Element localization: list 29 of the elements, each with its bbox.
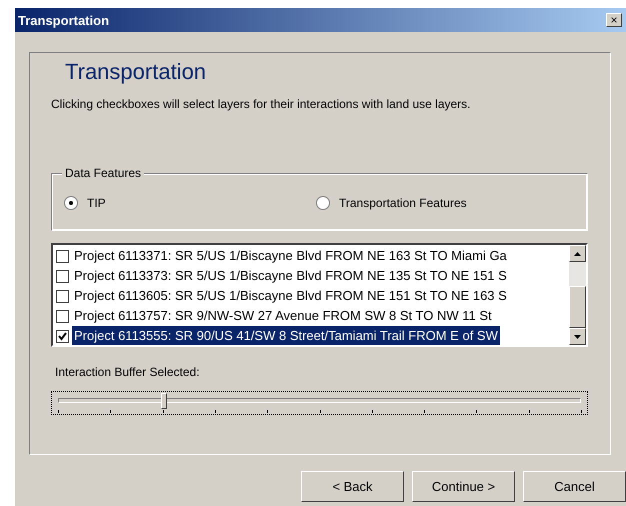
checkbox[interactable] (56, 250, 69, 262)
checkbox[interactable] (56, 310, 69, 322)
list-item[interactable]: Project 6113371: SR 5/US 1/Biscayne Blvd FROM NE 163 St TO Miami Ga (72, 246, 509, 266)
radio-label: TIP (87, 196, 106, 210)
wizard-button[interactable]: Continue > (412, 471, 515, 502)
scroll-down-icon[interactable] (569, 328, 586, 345)
close-button[interactable]: × (606, 13, 622, 27)
scrollbar[interactable] (569, 245, 586, 345)
scroll-thumb[interactable] (569, 286, 586, 328)
scroll-up-icon[interactable] (569, 245, 586, 262)
group-legend: Data Features (62, 166, 144, 180)
radio-button[interactable] (316, 196, 330, 210)
list-item[interactable]: Project 6113555: SR 90/US 41/SW 8 Street/Tamiami Trail FROM E of SW (72, 326, 500, 345)
list-item[interactable]: Project 6113373: SR 5/US 1/Biscayne Blvd FROM NE 135 St TO NE 151 S (72, 266, 509, 286)
slider-label: Interaction Buffer Selected: (55, 365, 201, 379)
window-title: Transportation (18, 12, 110, 28)
slider-thumb[interactable] (161, 393, 168, 409)
radio-label: Transportation Features (339, 196, 467, 210)
checkbox[interactable] (56, 330, 69, 342)
wizard-button[interactable]: < Back (301, 471, 404, 502)
checkbox[interactable] (56, 290, 69, 302)
description-text: Clicking checkboxes will select layers for their interactions with land use layers. (51, 97, 472, 111)
list-item[interactable]: Project 6113605: SR 5/US 1/Biscayne Blvd FROM NE 151 St TO NE 163 S (72, 286, 509, 306)
list-item[interactable]: Project 6113757: SR 9/NW-SW 27 Avenue FROM SW 8 St TO NW 11 St (72, 306, 494, 326)
page-heading: Transportation (65, 59, 208, 85)
checkbox[interactable] (56, 270, 69, 282)
buffer-slider[interactable] (51, 391, 588, 415)
wizard-button[interactable]: Cancel (523, 471, 626, 502)
radio-button[interactable] (64, 196, 78, 210)
